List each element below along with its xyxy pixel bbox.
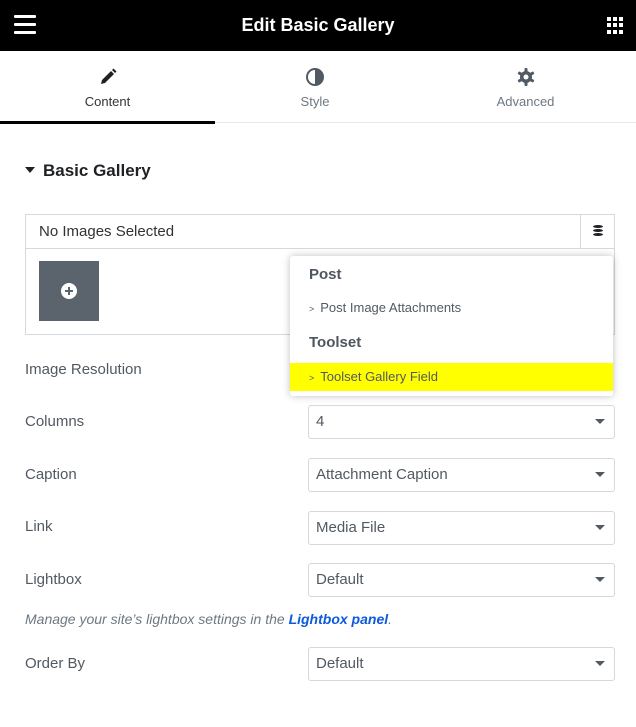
option-label: Toolset Gallery Field	[320, 369, 439, 384]
lightbox-panel-link[interactable]: Lightbox panel	[289, 611, 389, 627]
lightbox-select[interactable]: Default	[308, 563, 615, 597]
tab-advanced-label: Advanced	[496, 94, 555, 109]
order-by-label: Order By	[25, 655, 86, 672]
lightbox-note-text: Manage your site’s lightbox settings in …	[25, 611, 285, 627]
link-label: Link	[25, 518, 53, 535]
lightbox-note: Manage your site’s lightbox settings in …	[25, 611, 392, 627]
columns-value: 4	[316, 413, 325, 430]
caret-down-icon	[25, 166, 35, 173]
lightbox-label: Lightbox	[25, 571, 82, 588]
dynamic-tags-button[interactable]	[580, 215, 614, 248]
link-select[interactable]: Media File	[308, 511, 615, 545]
image-resolution-label: Image Resolution	[25, 361, 142, 378]
chevron-down-icon	[595, 419, 605, 424]
editor-header: Edit Basic Gallery	[0, 0, 636, 51]
tab-content-label: Content	[84, 94, 131, 109]
chevron-down-icon	[595, 472, 605, 477]
group-post-title: Post	[309, 266, 342, 283]
gallery-status-text: No Images Selected	[39, 223, 175, 240]
database-icon	[593, 225, 603, 238]
tab-style[interactable]: Style	[215, 51, 415, 122]
half-circle-icon	[306, 68, 324, 86]
chevron-down-icon	[595, 577, 605, 582]
bullet-marker: >	[309, 373, 315, 383]
lightbox-note-suffix: .	[388, 611, 393, 627]
link-value: Media File	[316, 519, 386, 536]
section-title: Basic Gallery	[43, 161, 151, 180]
gallery-header: No Images Selected	[26, 215, 614, 249]
bullet-marker: >	[309, 304, 315, 314]
order-by-value: Default	[316, 655, 364, 672]
group-toolset-title: Toolset	[309, 334, 362, 351]
section-toggle[interactable]: Basic Gallery	[25, 161, 151, 181]
add-images-button[interactable]	[39, 261, 99, 321]
chevron-down-icon	[595, 661, 605, 666]
panel-tabs: Content Style Advanced	[0, 51, 636, 124]
option-post-image-attachments[interactable]: > Post Image Attachments	[290, 294, 613, 322]
plus-circle-icon	[61, 283, 77, 299]
gear-icon	[517, 68, 534, 86]
caption-label: Caption	[25, 466, 77, 483]
order-by-select[interactable]: Default	[308, 647, 615, 681]
lightbox-value: Default	[316, 571, 364, 588]
option-toolset-gallery-field[interactable]: > Toolset Gallery Field	[290, 363, 613, 391]
caption-select[interactable]: Attachment Caption	[308, 458, 615, 492]
tab-content[interactable]: Content	[0, 51, 215, 124]
chevron-down-icon	[595, 525, 605, 530]
tab-advanced[interactable]: Advanced	[415, 51, 636, 122]
columns-label: Columns	[25, 413, 85, 430]
option-label: Post Image Attachments	[320, 300, 462, 315]
panel-title: Edit Basic Gallery	[241, 15, 395, 35]
pencil-icon	[100, 68, 116, 84]
columns-select[interactable]: 4	[308, 405, 615, 439]
dynamic-tags-dropdown: Post > Post Image Attachments Toolset > To…	[290, 256, 613, 396]
caption-value: Attachment Caption	[316, 466, 448, 483]
widgets-grid-icon[interactable]	[607, 17, 624, 34]
tab-style-label: Style	[300, 94, 330, 109]
